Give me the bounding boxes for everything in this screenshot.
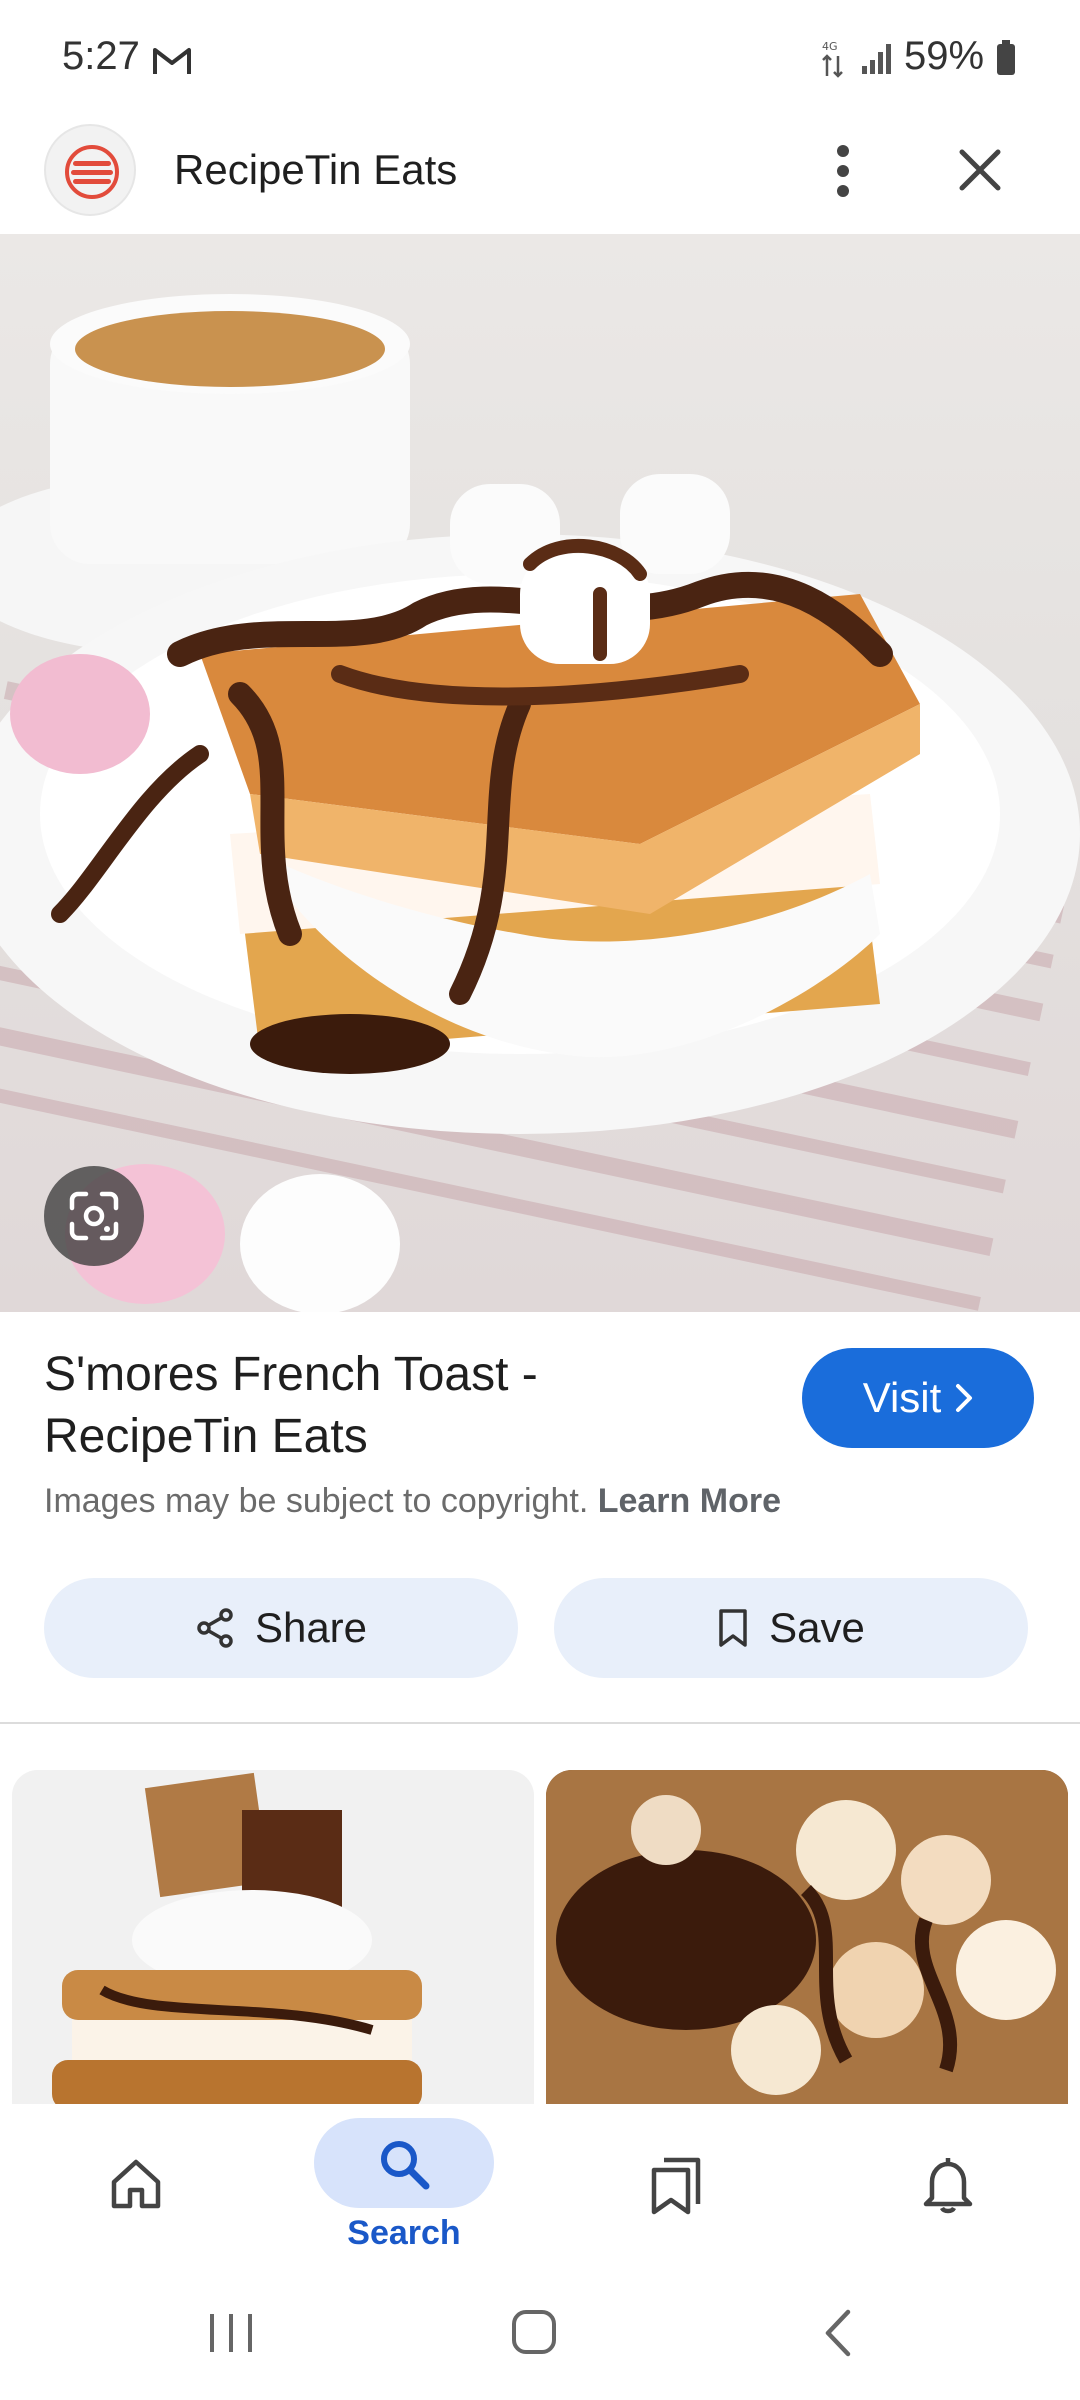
collections-icon — [651, 2157, 701, 2215]
related-image-1[interactable] — [12, 1770, 534, 2110]
related-image-2-picture — [546, 1770, 1068, 2110]
share-label: Share — [254, 1604, 368, 1651]
copyright-notice: Images may be subject to copyright. Lear… — [44, 1482, 781, 1521]
lens-search-button[interactable] — [44, 1166, 144, 1266]
copyright-text: Images may be subject to copyright. — [44, 1482, 589, 1520]
bookmark-icon — [719, 1609, 747, 1647]
home-icon — [111, 2159, 161, 2209]
learn-more-link[interactable]: Learn More — [598, 1482, 781, 1520]
divider — [0, 1722, 1080, 1724]
nav-search-label[interactable]: Search — [314, 2214, 494, 2253]
svg-text:4G: 4G — [822, 40, 838, 53]
home-button-icon[interactable] — [510, 2308, 558, 2356]
close-icon[interactable] — [950, 140, 1010, 200]
nav-home[interactable] — [100, 2104, 172, 2274]
signal-icon — [862, 44, 891, 74]
site-name[interactable]: RecipeTin Eats — [174, 146, 457, 194]
share-icon — [197, 1608, 233, 1648]
smores-french-toast-image — [0, 294, 1080, 1312]
chevron-right-icon — [956, 1384, 973, 1412]
visit-button[interactable]: Visit — [802, 1348, 1034, 1448]
site-header: RecipeTin Eats — [0, 118, 1080, 234]
save-label: Save — [769, 1604, 865, 1651]
save-button[interactable]: Save — [554, 1578, 1028, 1678]
lte-data-icon: 4G — [822, 40, 843, 78]
google-lens-icon — [69, 1191, 119, 1241]
related-image-1-picture — [12, 1770, 534, 2110]
status-time: 5:27 — [62, 34, 140, 78]
battery-icon — [997, 40, 1015, 75]
share-button[interactable]: Share — [44, 1578, 518, 1678]
system-navigation-bar — [0, 2274, 1080, 2400]
battery-percent: 59% — [904, 34, 985, 78]
nav-search[interactable] — [314, 2118, 494, 2208]
site-logo[interactable] — [44, 124, 136, 216]
recipetin-logo-icon — [65, 145, 119, 199]
bell-icon — [923, 2158, 973, 2214]
more-vert-icon[interactable] — [818, 136, 868, 206]
gmail-icon — [153, 48, 191, 74]
bottom-navigation: Search — [0, 2104, 1080, 2274]
nav-saved[interactable] — [640, 2104, 712, 2274]
search-icon — [381, 2141, 430, 2190]
recent-apps-icon[interactable] — [206, 2310, 256, 2356]
result-image[interactable] — [0, 234, 1080, 1312]
status-bar: 5:27 4G 59% — [0, 0, 1080, 118]
nav-notifications[interactable] — [912, 2104, 984, 2274]
related-image-2[interactable] — [546, 1770, 1068, 2110]
visit-label: Visit — [862, 1374, 942, 1421]
result-title[interactable]: S'mores French Toast - RecipeTin Eats — [44, 1344, 744, 1468]
back-icon[interactable] — [818, 2308, 858, 2358]
